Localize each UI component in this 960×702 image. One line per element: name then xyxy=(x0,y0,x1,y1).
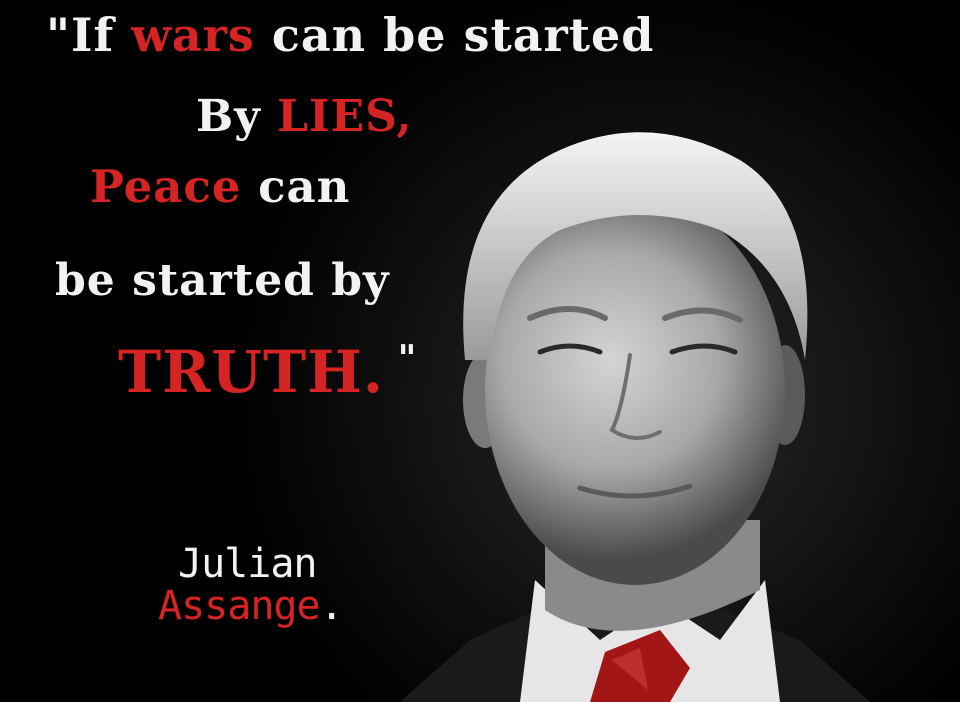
author-attribution: Julian Assange. xyxy=(150,535,390,645)
quote-line-3-red: Peace xyxy=(90,160,242,213)
quote-line-5-red: TRUTH. xyxy=(118,338,385,406)
quote-line-1: "If wars can be started xyxy=(46,8,654,62)
quote-line-1-red: wars xyxy=(131,8,255,62)
quote-poster: "If wars can be started By LIES, Peace c… xyxy=(0,0,960,702)
quote-line-2-red: LIES, xyxy=(277,91,413,142)
quote-line-5-close: " xyxy=(384,338,418,380)
quote-line-4: be started by xyxy=(55,255,390,306)
quote-line-2-lead: By xyxy=(196,91,278,142)
quote-line-1-open: "If xyxy=(46,8,132,62)
author-first-name: Julian xyxy=(178,541,317,587)
quote-line-3: Peace can xyxy=(90,160,350,213)
author-last-name: Assange xyxy=(158,583,321,629)
author-last-name-line: Assange. xyxy=(158,583,344,629)
quote-line-1-rest: can be started xyxy=(254,8,655,62)
author-period: . xyxy=(319,583,344,629)
quote-text: "If wars can be started By LIES, Peace c… xyxy=(0,0,653,460)
quote-line-2: By LIES, xyxy=(196,91,413,142)
quote-line-3-rest: can xyxy=(241,160,351,213)
quote-line-5: TRUTH. " xyxy=(118,338,417,406)
